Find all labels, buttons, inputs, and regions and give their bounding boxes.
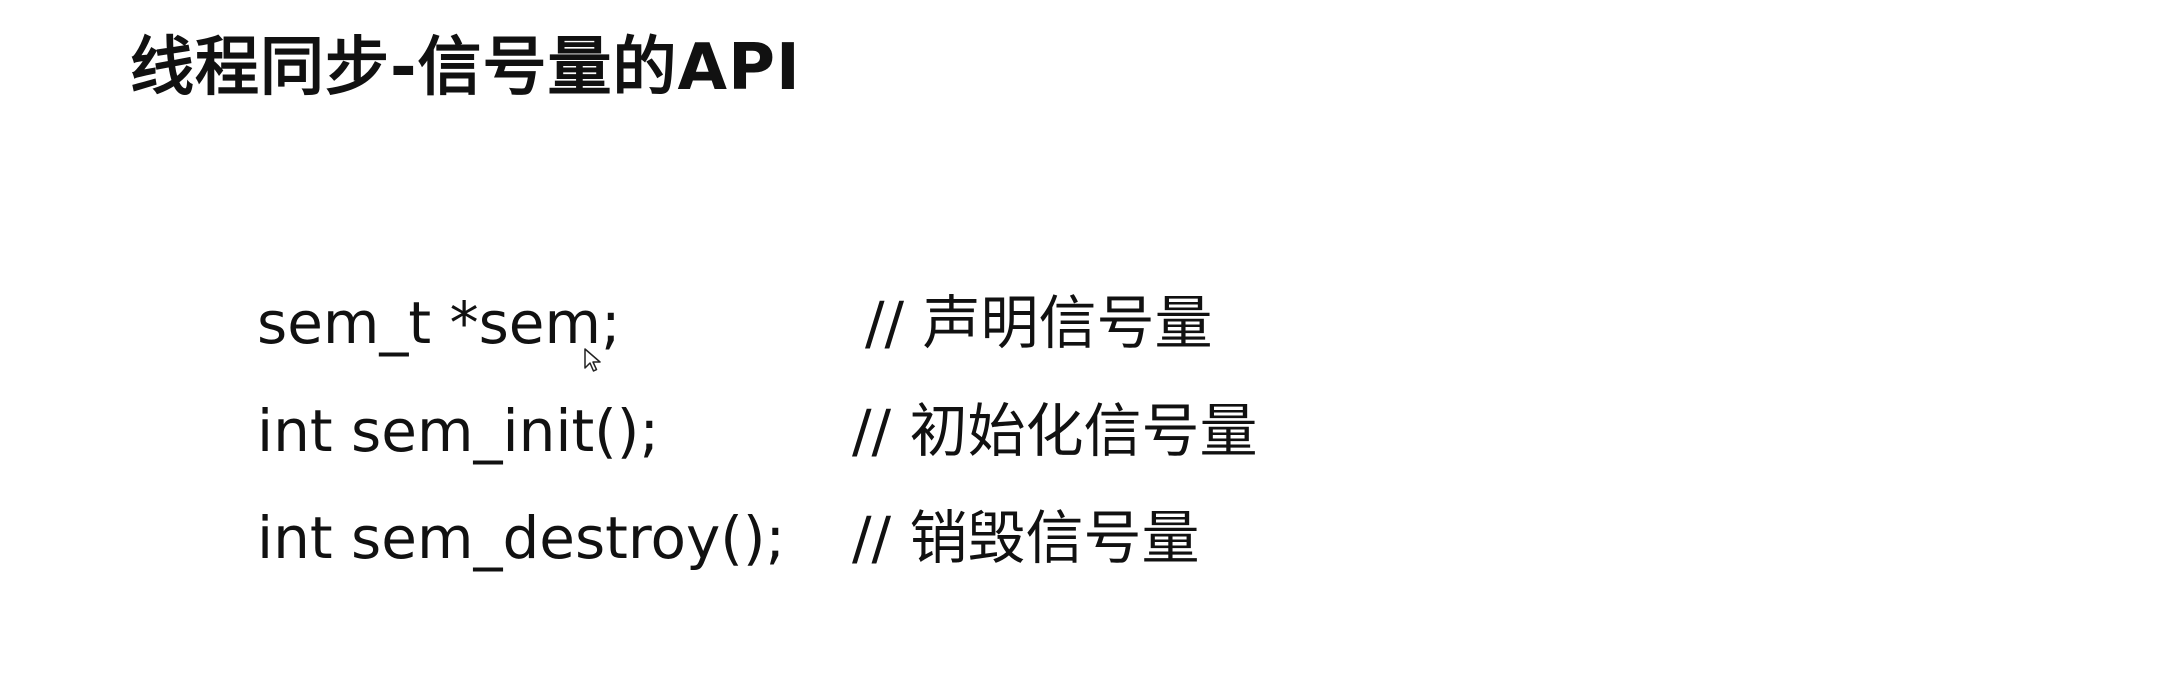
api-comment: // 声明信号量 [865, 289, 1213, 357]
api-code: int sem_destroy(); [257, 504, 786, 572]
api-code: int sem_init(); [257, 397, 659, 465]
mouse-pointer-icon [584, 348, 601, 372]
slide-title: 线程同步-信号量的API [130, 31, 801, 105]
api-comment: // 销毁信号量 [852, 504, 1200, 572]
api-code: sem_t *sem; [257, 289, 621, 357]
slide: 线程同步-信号量的API sem_t *sem; // 声明信号量 int se… [0, 0, 2160, 678]
api-comment: // 初始化信号量 [852, 397, 1258, 465]
